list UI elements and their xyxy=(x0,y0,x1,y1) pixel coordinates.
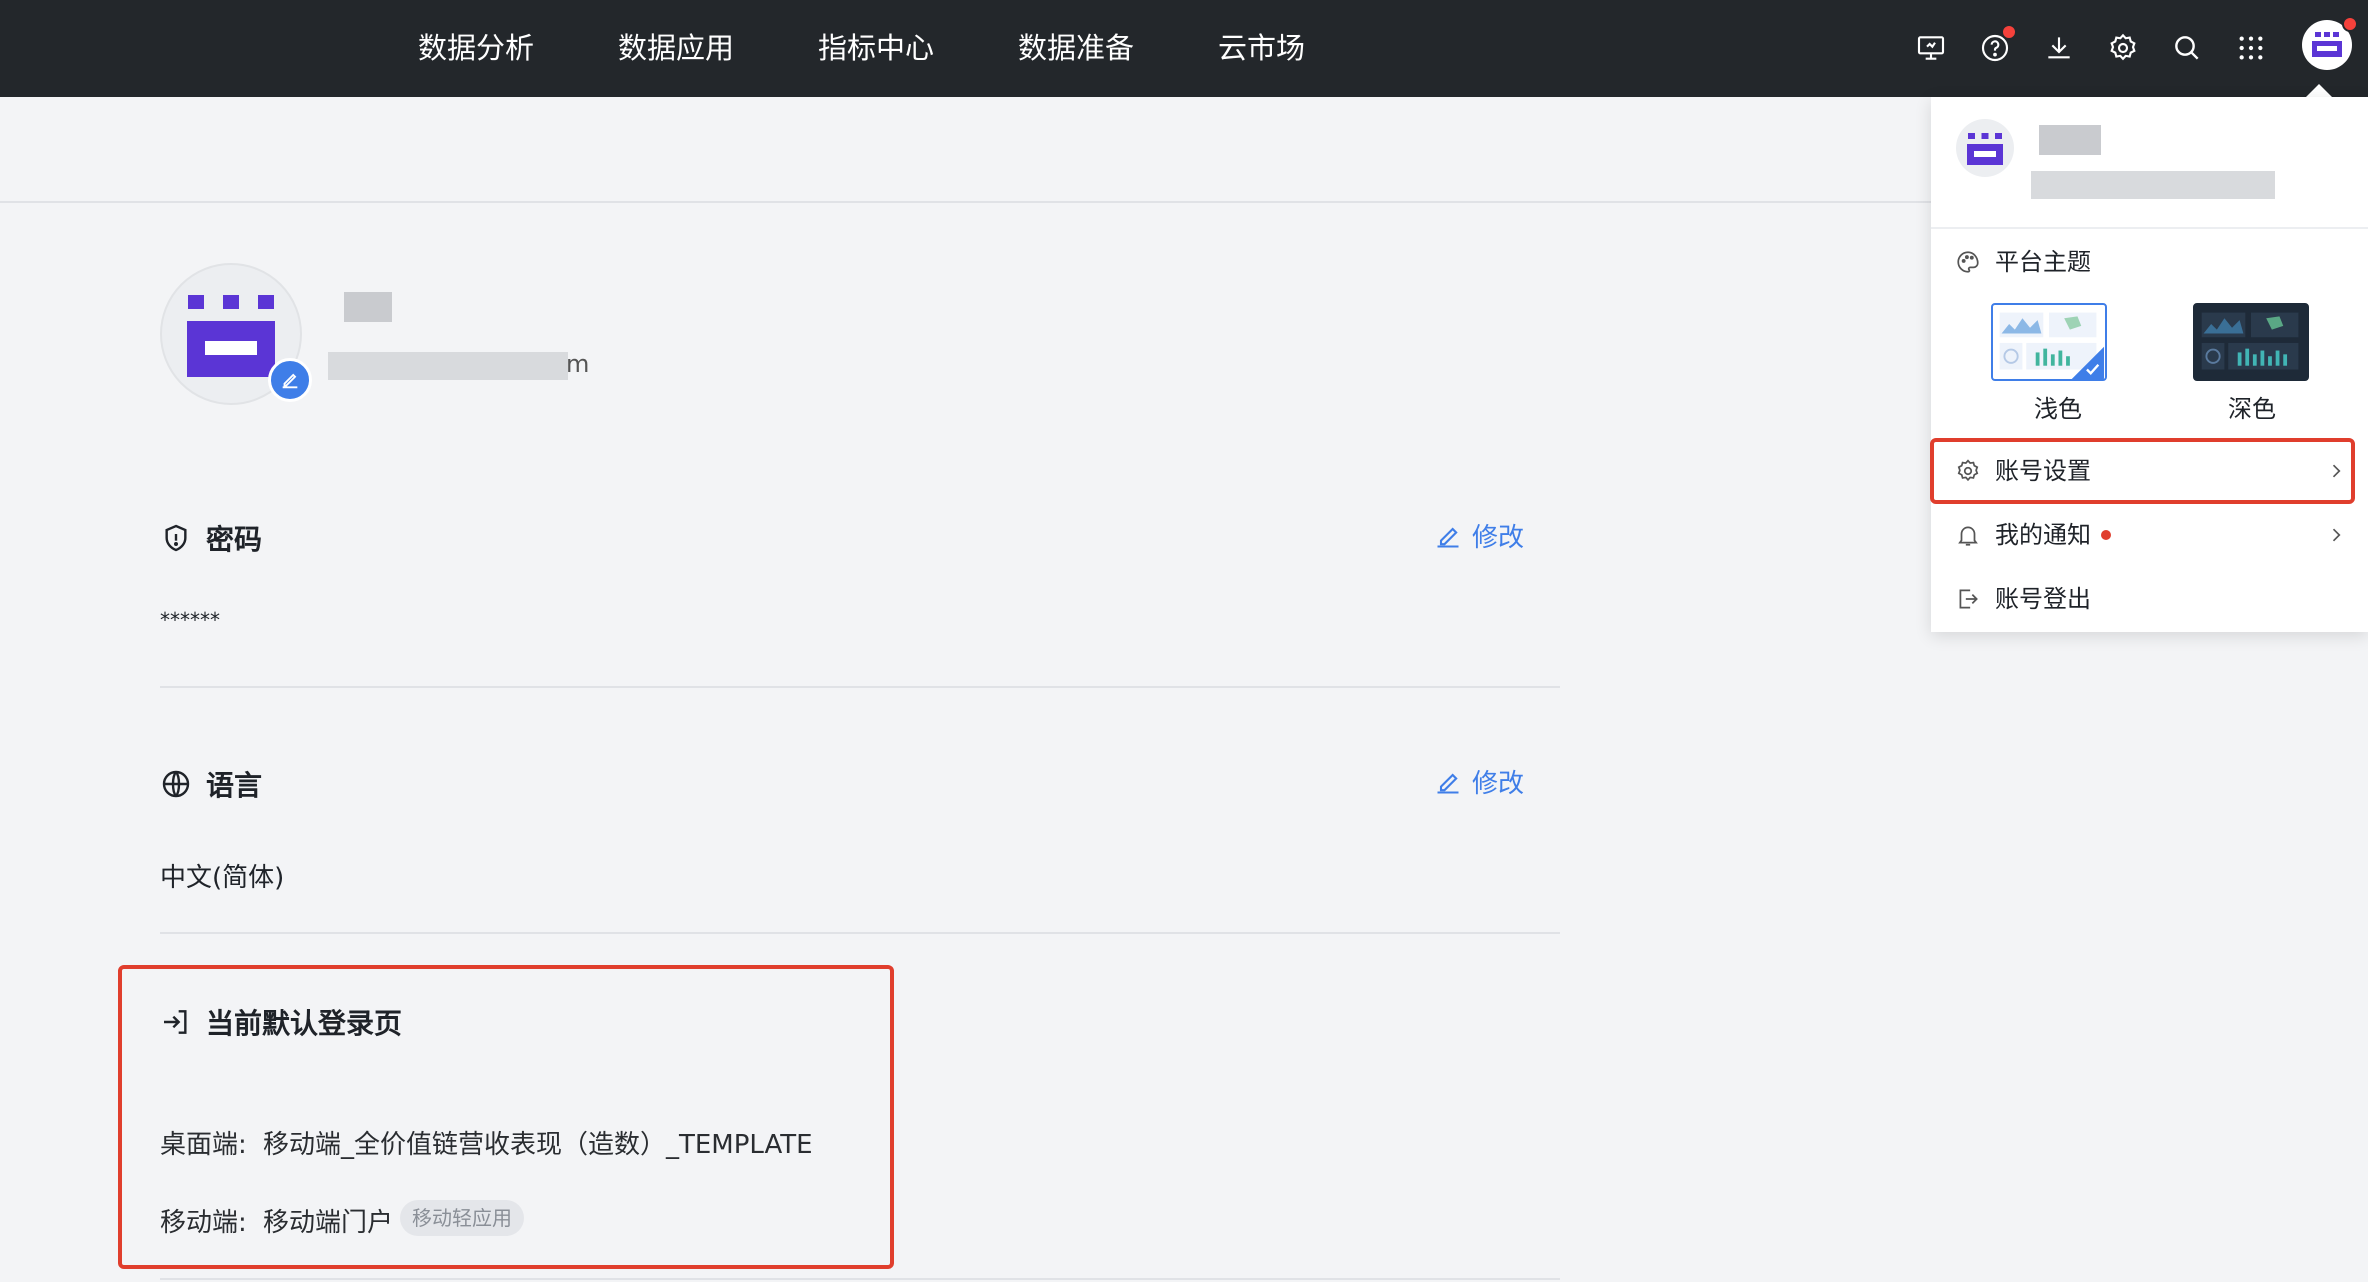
my-notifications-label: 我的通知 xyxy=(1995,521,2091,549)
theme-dark-card[interactable] xyxy=(2193,303,2309,381)
mobile-label: 移动端: xyxy=(160,1208,247,1238)
language-value: 中文(简体) xyxy=(160,863,285,893)
help-icon[interactable] xyxy=(1971,24,2019,72)
pencil-icon xyxy=(1437,773,1459,794)
pencil-icon xyxy=(282,373,298,389)
nav-item-cloud-market[interactable]: 云市场 xyxy=(1218,24,1305,72)
password-title: 密码 xyxy=(206,523,263,556)
nav-item-data-apps[interactable]: 数据应用 xyxy=(618,24,734,72)
nav-item-data-analysis[interactable]: 数据分析 xyxy=(418,24,534,72)
search-icon[interactable] xyxy=(2163,24,2211,72)
section-divider xyxy=(160,686,1560,688)
account-settings-highlight xyxy=(1930,438,2355,504)
monitor-icon[interactable] xyxy=(1907,24,1955,72)
edit-password-label: 修改 xyxy=(1472,523,1525,553)
edit-avatar-button[interactable] xyxy=(268,358,312,402)
panel-caret xyxy=(2305,84,2333,98)
menu-item-my-notifications[interactable]: 我的通知 xyxy=(1955,515,2111,555)
theme-light-card[interactable] xyxy=(1991,303,2107,381)
platform-theme-label: 平台主题 xyxy=(1995,248,2091,276)
edit-language-label: 修改 xyxy=(1472,769,1525,799)
default-login-title: 当前默认登录页 xyxy=(206,1007,403,1040)
nav-item-metrics-center[interactable]: 指标中心 xyxy=(818,24,934,72)
apps-grid-icon[interactable] xyxy=(2227,24,2275,72)
desktop-label: 桌面端: xyxy=(160,1130,247,1160)
password-section-title: 密码 xyxy=(160,518,262,558)
avatar-notification-dot xyxy=(2342,16,2358,32)
theme-dark-label[interactable]: 深色 xyxy=(2228,389,2276,424)
top-nav-bar: 数据分析 数据应用 指标中心 数据准备 云市场 xyxy=(0,0,2368,97)
gear-icon[interactable] xyxy=(2099,24,2147,72)
login-icon xyxy=(164,1010,187,1034)
notification-dot xyxy=(2101,530,2111,540)
download-icon[interactable] xyxy=(2035,24,2083,72)
edit-language-link[interactable]: 修改 xyxy=(1434,763,1524,800)
language-section-title: 语言 xyxy=(160,764,262,804)
bell-icon xyxy=(1958,526,1978,546)
panel-divider xyxy=(1931,227,2368,229)
panel-username-redacted xyxy=(2039,125,2101,155)
globe-icon xyxy=(162,770,190,798)
user-dropdown-panel: 平台主题 浅色 深色 账号设置 我的通知 账号登出 xyxy=(1931,97,2368,632)
section-divider xyxy=(160,932,1560,934)
shield-icon xyxy=(165,524,187,552)
email-redacted xyxy=(328,352,568,380)
logout-icon xyxy=(1959,589,1978,609)
email-suffix: m xyxy=(566,350,590,378)
theme-light-label[interactable]: 浅色 xyxy=(2034,389,2082,424)
password-value: ****** xyxy=(160,608,220,632)
pencil-icon xyxy=(1437,527,1459,548)
logout-label: 账号登出 xyxy=(1995,585,2091,613)
panel-avatar xyxy=(1956,119,2014,177)
help-notification-dot xyxy=(2001,24,2017,40)
mobile-app-tag: 移动轻应用 xyxy=(400,1200,524,1236)
palette-icon xyxy=(1957,251,1979,273)
edit-password-link[interactable]: 修改 xyxy=(1434,517,1524,554)
panel-email-redacted xyxy=(2031,171,2275,199)
menu-item-logout[interactable]: 账号登出 xyxy=(1955,579,2091,619)
section-divider xyxy=(160,1278,1560,1280)
desktop-value: 移动端_全价值链营收表现（造数）_TEMPLATE xyxy=(263,1130,813,1160)
nav-item-data-prep[interactable]: 数据准备 xyxy=(1018,24,1134,72)
default-login-section-title: 当前默认登录页 xyxy=(160,1002,402,1042)
username-redacted xyxy=(344,292,392,322)
language-title: 语言 xyxy=(206,769,263,802)
platform-theme-header: 平台主题 xyxy=(1955,242,2091,282)
mobile-value: 移动端门户 xyxy=(263,1208,394,1238)
chevron-right-icon xyxy=(2332,528,2341,542)
